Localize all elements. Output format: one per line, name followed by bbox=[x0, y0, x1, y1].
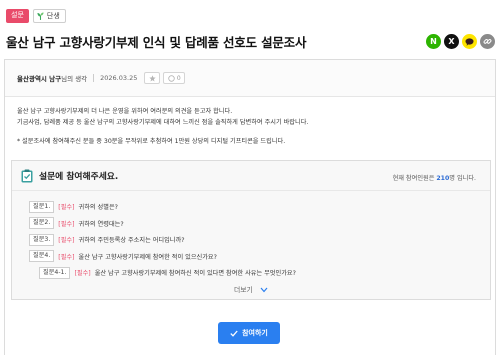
sub-question-item: 질문4-1. [필수] 울산 남구 고향사랑기부제에 참여하신 적이 있다면 참… bbox=[29, 265, 490, 280]
survey-box: 설문에 참여해주세요. 현재 참여인원은 210명 입니다. 질문1. [필수]… bbox=[11, 160, 491, 300]
question-number: 질문2. bbox=[29, 217, 55, 229]
question-item: 질문2. [필수] 귀하의 연령대는? bbox=[29, 216, 490, 231]
check-icon bbox=[230, 330, 238, 337]
required-badge: [필수] bbox=[58, 220, 75, 228]
required-badge: [필수] bbox=[58, 237, 75, 244]
star-icon bbox=[149, 74, 156, 81]
x-share-icon[interactable]: X bbox=[444, 34, 459, 49]
intro-line-2: 기금사업, 답례품 제공 등 울산 남구의 고향사랑기부제에 대하여 느끼신 점… bbox=[17, 118, 309, 126]
question-list: 질문1. [필수] 귀하의 성별은? 질문2. [필수] 귀하의 연령대는? 질… bbox=[12, 191, 490, 280]
intro-text: 울산 남구 고향사랑기부제의 더 나은 운영을 위하여 여러분의 의견을 듣고자… bbox=[5, 97, 495, 148]
intro-note: * 설문조사에 참여해주신 분들 중 30분을 무작위로 추첨하여 1만원 상당… bbox=[17, 138, 286, 145]
type-tag-label: 단생 bbox=[46, 12, 60, 20]
kakao-share-icon[interactable] bbox=[462, 34, 477, 49]
page-title: 울산 남구 고향사랑기부제 인식 및 답례품 선호도 설문조사 bbox=[6, 35, 307, 50]
question-item: 질문3. [필수] 귀하의 주민등록상 주소지는 어디입니까? bbox=[29, 232, 490, 247]
required-badge: [필수] bbox=[58, 204, 75, 211]
question-number: 질문3. bbox=[29, 233, 55, 246]
post-card: 울산광역시 남구 님의 생각 2026.03.25 0 울산 남구 고향사랑기부… bbox=[4, 59, 496, 355]
survey-heading: 설문에 참여해주세요. bbox=[39, 172, 119, 182]
question-text: 귀하의 주민등록상 주소지는 어디입니까? bbox=[78, 237, 185, 244]
participate-label: 참여하기 bbox=[242, 329, 268, 337]
intro-line-1: 울산 남구 고향사랑기부제의 더 나은 운영을 위하여 여러분의 의견을 듣고자… bbox=[17, 108, 233, 115]
star-button[interactable] bbox=[144, 72, 161, 84]
question-text: 울산 남구 고향사랑기부제에 참여한 적이 있으신가요? bbox=[78, 253, 217, 261]
type-tag[interactable]: 단생 bbox=[32, 9, 66, 23]
count-prefix: 현재 참여인원은 bbox=[392, 175, 437, 182]
post-meta: 울산광역시 남구 님의 생각 2026.03.25 0 bbox=[5, 60, 495, 97]
count-suffix: 명 입니다. bbox=[449, 175, 476, 182]
author-suffix: 님의 생각 bbox=[61, 75, 88, 83]
participate-button[interactable]: 참여하기 bbox=[218, 322, 280, 344]
required-badge: [필수] bbox=[58, 253, 75, 261]
chevron-down-icon bbox=[260, 287, 268, 293]
share-buttons: N X bbox=[426, 34, 495, 49]
question-text: 귀하의 연령대는? bbox=[78, 220, 124, 228]
question-number: 질문1. bbox=[29, 200, 55, 213]
question-item: 질문4. [필수] 울산 남구 고향사랑기부제에 참여한 적이 있으신가요? bbox=[29, 249, 490, 264]
required-badge: [필수] bbox=[74, 270, 91, 277]
link-copy-icon[interactable] bbox=[480, 34, 495, 49]
category-tag[interactable]: 설문 bbox=[6, 9, 29, 23]
question-number: 질문4. bbox=[29, 250, 55, 262]
question-number: 질문4-1. bbox=[39, 266, 71, 279]
comment-icon bbox=[168, 74, 175, 82]
author-name[interactable]: 울산광역시 남구 bbox=[17, 73, 61, 83]
show-more-button[interactable]: 더보기 bbox=[12, 284, 490, 294]
question-text: 귀하의 성별은? bbox=[78, 204, 118, 211]
meta-divider bbox=[93, 74, 95, 82]
question-item: 질문1. [필수] 귀하의 성별은? bbox=[29, 199, 490, 214]
post-date: 2026.03.25 bbox=[100, 74, 138, 82]
naver-share-icon[interactable]: N bbox=[426, 34, 441, 49]
question-text: 울산 남구 고향사랑기부제에 참여하신 적이 있다면 참여한 사유는 무엇인가요… bbox=[94, 270, 296, 277]
comment-count: 0 bbox=[176, 74, 181, 82]
tag-row: 설문 단생 bbox=[6, 9, 66, 23]
comment-count-button[interactable]: 0 bbox=[163, 72, 186, 84]
show-more-label: 더보기 bbox=[234, 286, 253, 294]
clipboard-icon bbox=[21, 169, 33, 182]
participant-count: 현재 참여인원은 210명 입니다. bbox=[393, 173, 476, 182]
sprout-icon bbox=[37, 12, 44, 20]
count-value: 210 bbox=[436, 175, 450, 182]
